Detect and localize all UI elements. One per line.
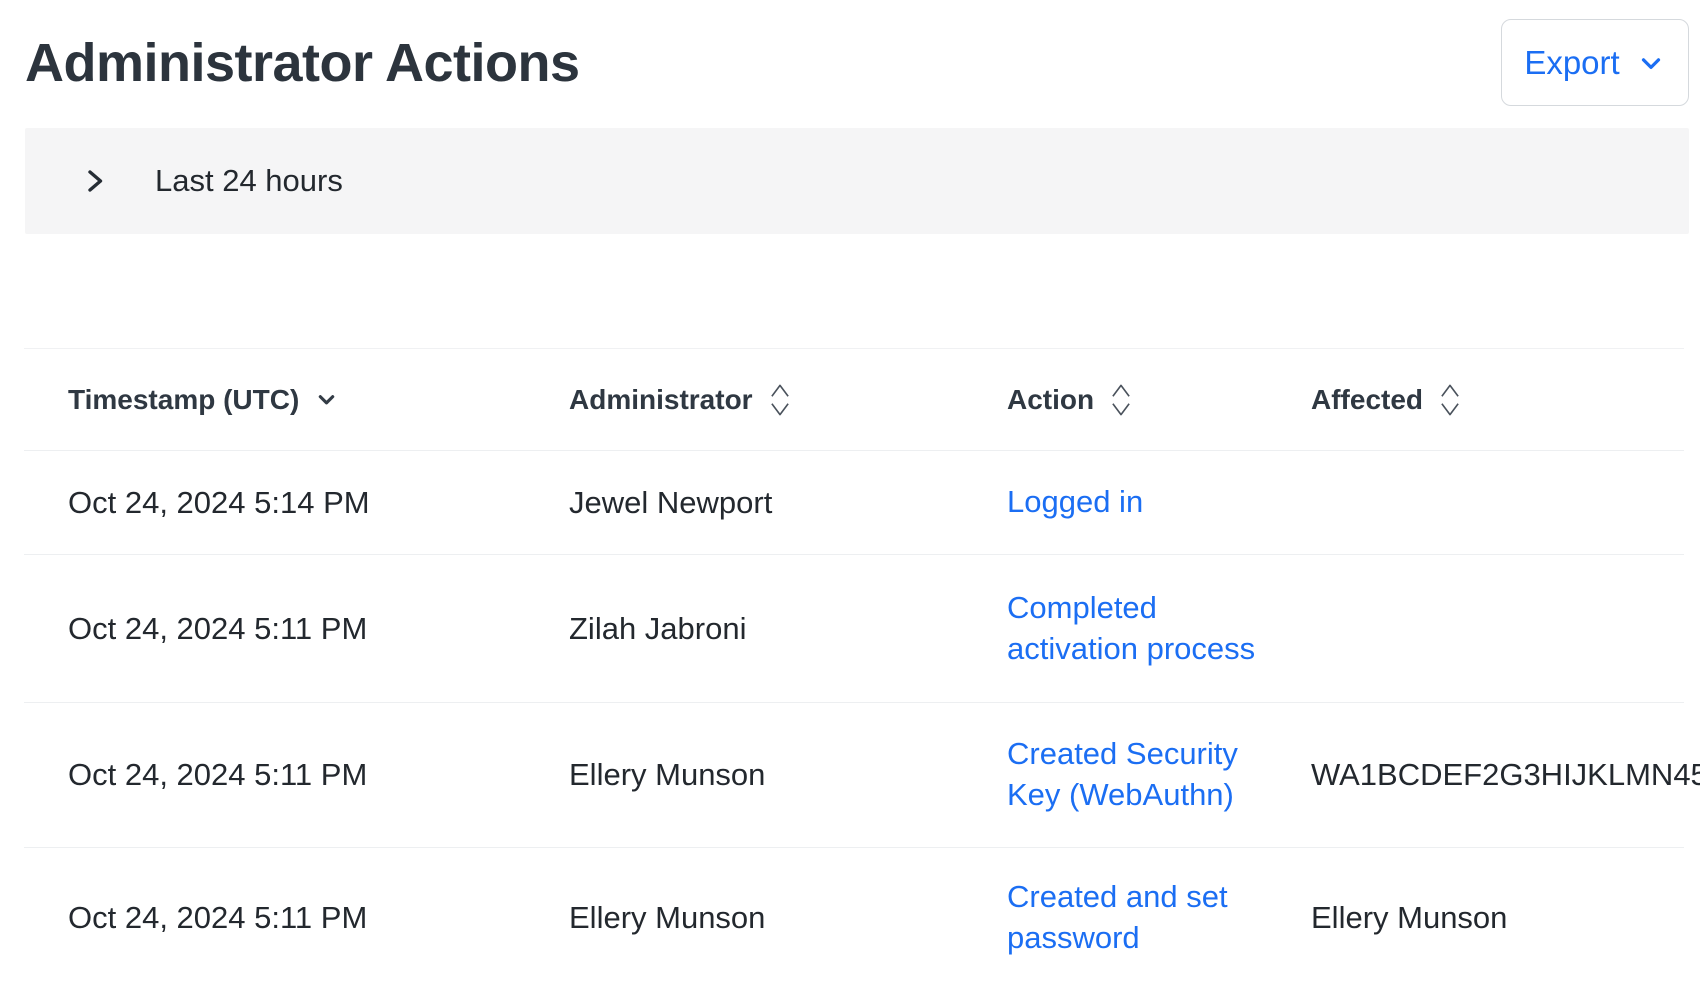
sort-diamond-icon: [767, 380, 793, 420]
timestamp-cell: Oct 24, 2024 5:11 PM: [24, 900, 569, 936]
table-row: Oct 24, 2024 5:11 PM Ellery Munson Creat…: [24, 703, 1684, 848]
timestamp-cell: Oct 24, 2024 5:11 PM: [24, 757, 569, 793]
filter-row-last-24-hours[interactable]: Last 24 hours: [25, 128, 1689, 234]
administrator-cell: Jewel Newport: [569, 485, 1007, 521]
table-header-row: Timestamp (UTC) Administrator Action: [24, 349, 1684, 451]
affected-cell: WA1BCDEF2G3HIJKLMN45: [1311, 757, 1700, 793]
administrator-cell: Ellery Munson: [569, 757, 1007, 793]
administrator-cell: Zilah Jabroni: [569, 611, 1007, 647]
sort-diamond-icon: [1437, 380, 1463, 420]
column-header-administrator-label: Administrator: [569, 384, 753, 416]
administrator-cell: Ellery Munson: [569, 900, 1007, 936]
action-link[interactable]: Completed activation process: [1007, 588, 1265, 670]
column-header-affected[interactable]: Affected: [1311, 380, 1684, 420]
action-link[interactable]: Created Security Key (WebAuthn): [1007, 734, 1265, 816]
column-header-affected-label: Affected: [1311, 384, 1423, 416]
page-title: Administrator Actions: [25, 32, 580, 94]
chevron-down-icon: [1636, 48, 1666, 78]
sort-descending-chevron-icon: [313, 386, 340, 413]
timestamp-cell: Oct 24, 2024 5:11 PM: [24, 611, 569, 647]
admin-actions-page: Administrator Actions Export Last 24 hou…: [0, 0, 1700, 988]
column-header-action-label: Action: [1007, 384, 1094, 416]
export-button-label: Export: [1524, 44, 1619, 82]
affected-cell: Ellery Munson: [1311, 900, 1684, 936]
column-header-timestamp[interactable]: Timestamp (UTC): [24, 384, 569, 416]
chevron-right-icon: [83, 165, 107, 197]
column-header-administrator[interactable]: Administrator: [569, 380, 1007, 420]
sort-diamond-icon: [1108, 380, 1134, 420]
timestamp-cell: Oct 24, 2024 5:14 PM: [24, 485, 569, 521]
column-header-timestamp-label: Timestamp (UTC): [68, 384, 299, 416]
export-button[interactable]: Export: [1501, 19, 1689, 106]
action-link[interactable]: Logged in: [1007, 482, 1143, 523]
page-header: Administrator Actions Export: [0, 0, 1700, 106]
table-row: Oct 24, 2024 5:11 PM Ellery Munson Creat…: [24, 848, 1684, 988]
admin-actions-table: Timestamp (UTC) Administrator Action: [24, 348, 1684, 988]
column-header-action[interactable]: Action: [1007, 380, 1311, 420]
filter-label: Last 24 hours: [155, 163, 343, 199]
table-row: Oct 24, 2024 5:14 PM Jewel Newport Logge…: [24, 451, 1684, 555]
table-row: Oct 24, 2024 5:11 PM Zilah Jabroni Compl…: [24, 555, 1684, 703]
action-link[interactable]: Created and set password: [1007, 877, 1265, 959]
